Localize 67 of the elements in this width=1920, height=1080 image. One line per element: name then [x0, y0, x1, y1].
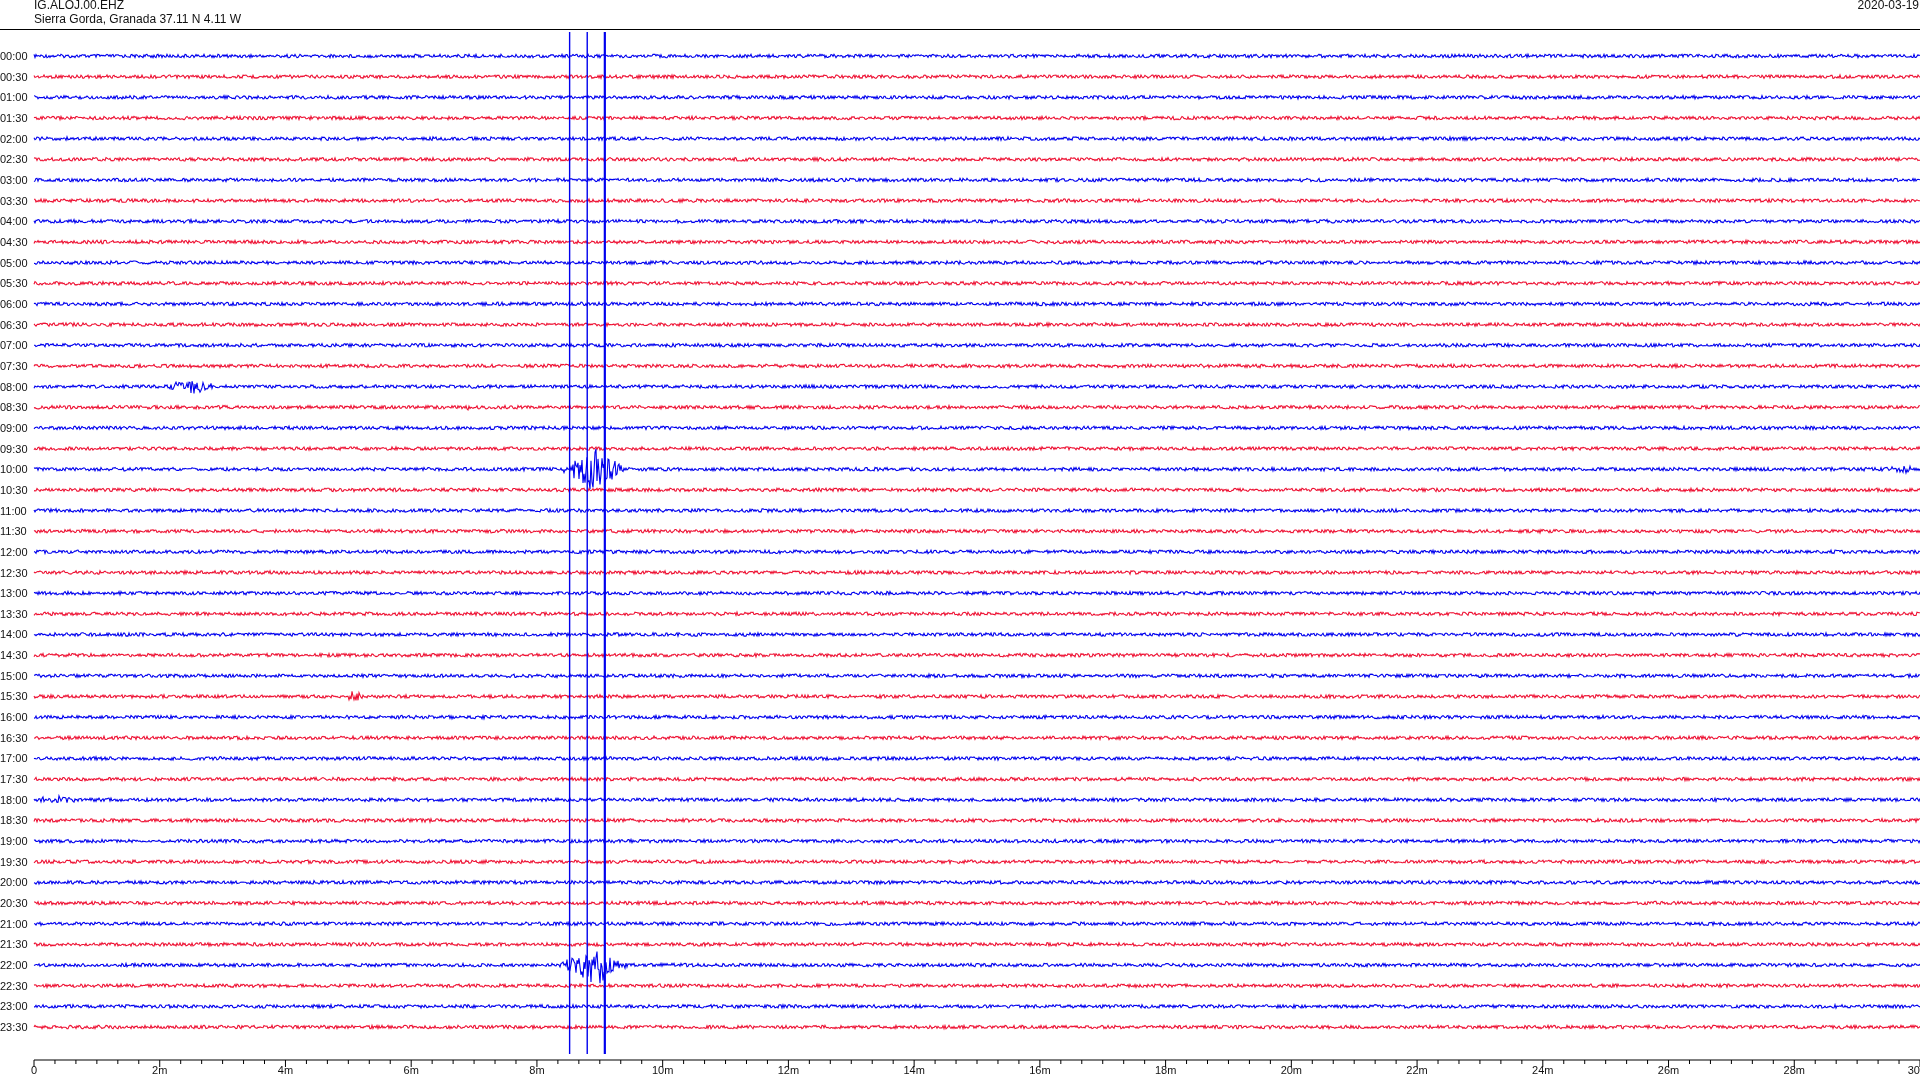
axis-tick-label: 12m [777, 1064, 800, 1076]
hour-label: 18:30 [0, 814, 28, 827]
hour-label: 23:00 [0, 1000, 28, 1013]
hour-label: 06:00 [0, 297, 28, 310]
hour-label: 20:00 [0, 876, 28, 889]
hour-label: 04:30 [0, 235, 28, 248]
hour-label: 22:30 [0, 979, 28, 992]
axis-tick-label: 2m [152, 1064, 168, 1076]
hour-label: 01:00 [0, 91, 28, 104]
hour-label: 15:00 [0, 669, 28, 682]
plot-date: 2020-03-19 [1857, 0, 1919, 12]
axis-tick-label: 26m [1657, 1064, 1680, 1076]
axis-tick-label: 28m [1783, 1064, 1805, 1076]
hour-label: 12:30 [0, 566, 28, 579]
hour-label: 20:30 [0, 897, 28, 910]
hour-label: 11:00 [0, 504, 27, 517]
hour-label: 08:00 [0, 380, 28, 393]
hour-label: 00:30 [0, 70, 28, 83]
axis-tick-label: 20m [1280, 1064, 1303, 1076]
hour-label: 10:00 [0, 463, 28, 476]
hour-label: 19:00 [0, 835, 28, 848]
hour-label: 05:00 [0, 256, 28, 269]
hour-label: 05:30 [0, 277, 28, 290]
hour-label: 07:00 [0, 339, 28, 352]
hour-label: 16:30 [0, 731, 28, 744]
axis-tick-label: 24m [1532, 1064, 1554, 1076]
axis-tick-label: 4m [277, 1064, 294, 1076]
hour-label: 10:30 [0, 483, 28, 496]
axis-tick-label: 10m [651, 1064, 674, 1076]
station-code: IG.ALOJ.00.EHZ [34, 0, 126, 12]
hour-label: 13:00 [0, 587, 28, 600]
hour-label: 14:00 [0, 628, 28, 641]
hour-label: 15:30 [0, 690, 28, 703]
hour-label: 02:00 [0, 132, 28, 145]
hour-label: 04:00 [0, 215, 28, 228]
hour-label: 18:00 [0, 793, 28, 806]
axis-tick-label: 0 [30, 1064, 38, 1076]
hour-label: 21:00 [0, 917, 28, 930]
hour-label: 08:30 [0, 401, 28, 414]
axis-tick-label: 16m [1029, 1064, 1051, 1076]
hour-label: 11:30 [0, 525, 27, 538]
axis-tick-label: 14m [903, 1064, 925, 1076]
hour-label: 02:30 [0, 153, 28, 166]
hour-label: 21:30 [0, 938, 28, 951]
hour-label: 23:30 [0, 1021, 28, 1033]
hour-label: 01:30 [0, 112, 28, 124]
hour-label: 07:30 [0, 359, 28, 372]
hour-label: 12:00 [0, 545, 28, 558]
hour-label: 14:30 [0, 649, 28, 662]
hour-label: 03:00 [0, 173, 28, 186]
hour-label: 09:00 [0, 421, 28, 434]
axis-tick-label: 22m [1406, 1064, 1428, 1076]
axis-tick-label: 6m [403, 1064, 419, 1076]
hour-label: 16:00 [0, 711, 28, 724]
axis-tick-label: 8m [529, 1064, 545, 1076]
hour-label: 00:00 [0, 50, 28, 62]
hour-label: 22:00 [0, 959, 28, 972]
hour-label: 17:00 [0, 752, 28, 765]
hour-label: 03:30 [0, 194, 28, 207]
hour-label: 13:30 [0, 607, 28, 620]
station-location: Sierra Gorda, Granada 37.11 N 4.11 W [34, 12, 241, 26]
axis-tick-label: 18m [1154, 1064, 1177, 1076]
hour-label: 17:30 [0, 773, 28, 786]
hour-label: 19:30 [0, 855, 28, 868]
hour-label: 06:30 [0, 318, 28, 331]
hour-label: 09:30 [0, 442, 28, 455]
axis-tick-label: 30 [1907, 1064, 1920, 1076]
